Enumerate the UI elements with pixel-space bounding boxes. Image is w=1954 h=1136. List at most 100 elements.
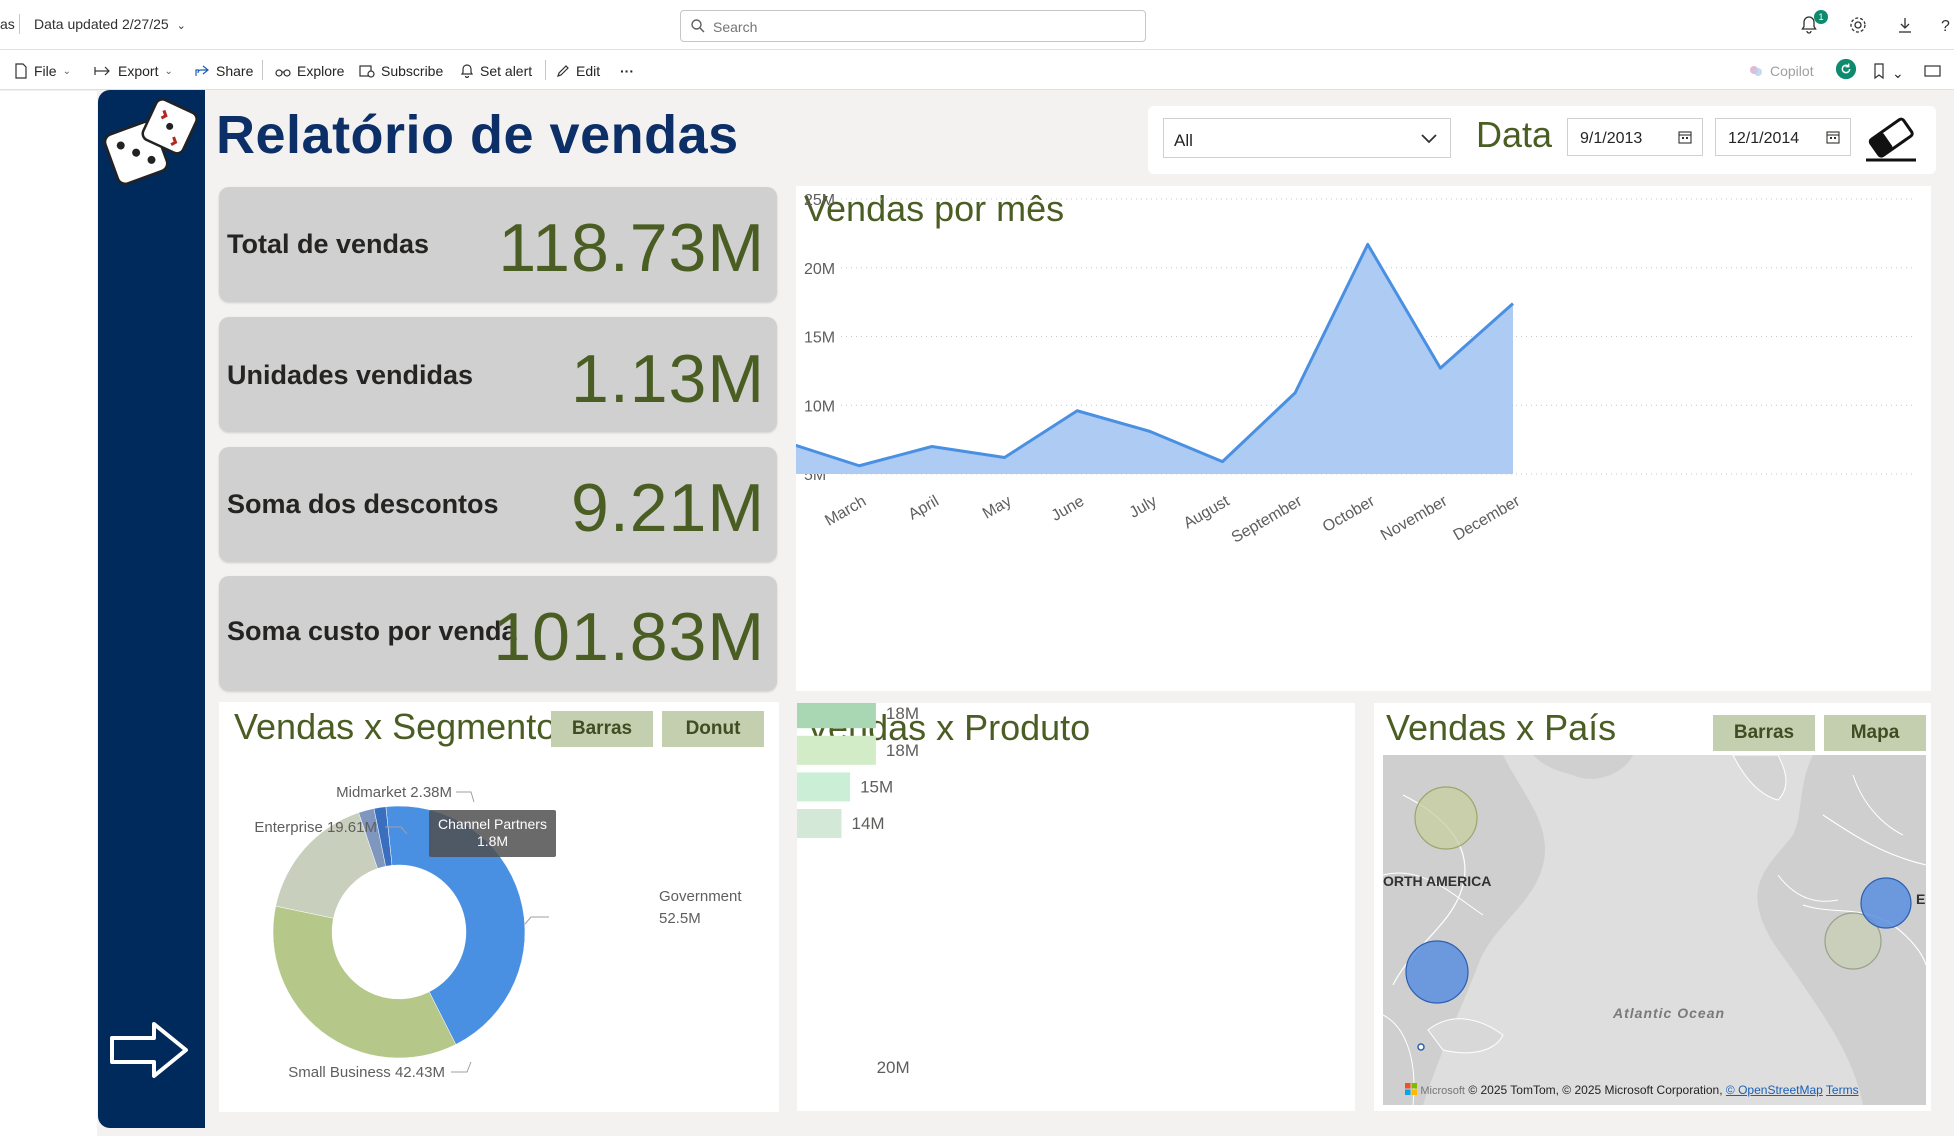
attribution-microsoft: Microsoft [1420, 1085, 1465, 1097]
openstreetmap-link[interactable]: © OpenStreetMap [1726, 1083, 1823, 1097]
export-label: Export [118, 63, 159, 79]
edit-label: Edit [576, 63, 601, 79]
tooltip-label: Channel Partners [438, 816, 547, 832]
divider [262, 60, 263, 80]
label-government-value: 52.5M [659, 910, 701, 927]
data-point[interactable] [999, 452, 1011, 464]
bar-value-label: 18M [886, 704, 919, 723]
top-bar: as Data updated 2/27/25 ⌄ 1 ? [0, 0, 1954, 50]
explore-label: Explore [297, 63, 345, 79]
kpi-label: Soma dos descontos [227, 489, 499, 519]
kpi-value: 9.21M [571, 470, 765, 546]
chevron-down-icon: ⌄ [62, 65, 71, 77]
export-icon [94, 66, 110, 76]
set-alert-button[interactable]: Set alert [460, 60, 532, 82]
search-icon [691, 19, 705, 33]
calendar-icon[interactable] [1678, 130, 1692, 144]
file-label: File [34, 63, 57, 79]
monthly-sales-chart[interactable]: 5M10M15M20M25MJanuaryFebruaryMarchAprilM… [796, 186, 1931, 691]
x-tick-label: March [822, 493, 869, 530]
divider [19, 14, 20, 34]
kpi-card-units-sold: Unidades vendidas 1.13M [219, 317, 777, 432]
binoculars-icon [275, 69, 291, 77]
calendar-icon[interactable] [1826, 130, 1840, 144]
x-tick-label: July [1127, 493, 1160, 522]
donut-slice-small-business[interactable] [272, 905, 457, 1059]
map-bubble-canada [1414, 786, 1478, 850]
data-point[interactable] [1216, 456, 1228, 468]
kpi-card-cost-per-sale: Soma custo por venda 101.83M [219, 576, 777, 691]
bar-amarilla[interactable] [797, 735, 876, 765]
kpi-label: Soma custo por venda [227, 616, 517, 646]
start-date-input[interactable]: 9/1/2013 [1567, 118, 1703, 156]
y-tick-label: 15M [804, 330, 835, 347]
label-enterprise: Enterprise 19.61M [254, 819, 377, 836]
end-date-input[interactable]: 12/1/2014 [1715, 118, 1851, 156]
export-menu[interactable]: Export ⌄ [94, 60, 173, 82]
x-tick-label: April [906, 493, 942, 524]
segment-filter-dropdown[interactable]: All [1163, 118, 1451, 158]
country-map[interactable]: ORTH AMERICA Atlantic Ocean E [1383, 755, 1926, 1105]
search-input[interactable] [713, 17, 1133, 37]
kpi-value: 118.73M [498, 210, 765, 286]
data-point[interactable] [853, 460, 865, 472]
explore-button[interactable]: Explore [275, 60, 344, 82]
arrow-right-icon[interactable] [110, 1020, 190, 1080]
country-bars-button[interactable]: Barras [1713, 715, 1815, 751]
share-label: Share [216, 63, 254, 79]
bar-velo[interactable] [797, 703, 876, 729]
download-icon[interactable] [1894, 14, 1916, 36]
share-button[interactable]: Share [194, 60, 253, 82]
edit-button[interactable]: Edit [556, 60, 600, 82]
breadcrumb[interactable]: as [0, 16, 15, 32]
kpi-value: 101.83M [493, 599, 765, 675]
map-bubbles [1405, 786, 1912, 1051]
file-menu[interactable]: File ⌄ [14, 60, 71, 82]
data-point[interactable] [1071, 405, 1083, 417]
subscribe-button[interactable]: Subscribe [359, 60, 443, 82]
bookmark-icon[interactable] [1872, 60, 1886, 82]
y-tick-label: 10M [804, 398, 835, 415]
end-date-value: 12/1/2014 [1728, 130, 1800, 147]
map-attribution: Microsoft © 2025 TomTom, © 2025 Microsof… [1405, 1083, 1859, 1097]
x-tick-label: February [796, 493, 797, 540]
data-point[interactable] [1434, 362, 1446, 374]
view-icon[interactable] [1924, 60, 1942, 82]
area-fill [796, 244, 1513, 474]
terms-link[interactable]: Terms [1826, 1083, 1859, 1097]
product-bar-chart[interactable]: Paseo33MVTT21MVelo18MAmarilla18MMontana1… [797, 703, 1355, 1111]
search-box[interactable] [680, 10, 1146, 42]
chevron-down-icon [1421, 134, 1437, 144]
microsoft-logo-icon [1405, 1083, 1417, 1095]
map-bubble-germany [1860, 877, 1912, 929]
kpi-value: 1.13M [571, 341, 765, 417]
leader-line [451, 1061, 472, 1073]
data-point[interactable] [1507, 298, 1519, 310]
chevron-down-icon: ⌄ [176, 20, 186, 32]
more-options-button[interactable]: ··· [620, 60, 634, 82]
notification-badge: 1 [1814, 10, 1828, 24]
donut-tooltip: Channel Partners 1.8M [429, 810, 556, 857]
refresh-icon[interactable] [1834, 58, 1858, 80]
svg-text:?: ? [1941, 18, 1950, 35]
data-updated-dropdown[interactable]: Data updated 2/27/25 ⌄ [34, 16, 186, 32]
kpi-card-total-sales: Total de vendas 118.73M [219, 187, 777, 302]
bar-carretera[interactable] [797, 809, 842, 838]
segment-donut-chart[interactable]: Midmarket 2.38M Enterprise 19.61M Governme… [219, 702, 779, 1112]
eraser-icon[interactable] [1862, 114, 1920, 164]
chevron-down-icon[interactable]: ⌄ [1892, 62, 1904, 84]
label-government: Government [659, 888, 742, 905]
help-icon[interactable]: ? [1936, 14, 1954, 36]
gear-icon[interactable] [1847, 14, 1869, 36]
x-tick-label: May [980, 493, 1015, 523]
data-point[interactable] [926, 441, 938, 453]
kpi-label: Total de vendas [227, 229, 430, 259]
leader-line [524, 916, 549, 925]
country-map-button[interactable]: Mapa [1824, 715, 1926, 751]
copilot-button[interactable]: Copilot [1748, 60, 1814, 82]
action-toolbar: File ⌄ Export ⌄ Share Explore Subscribe Se… [0, 50, 1954, 90]
data-point[interactable] [1289, 387, 1301, 399]
bar-montana[interactable] [797, 772, 851, 802]
data-point[interactable] [1144, 425, 1156, 437]
data-point[interactable] [1362, 238, 1374, 250]
